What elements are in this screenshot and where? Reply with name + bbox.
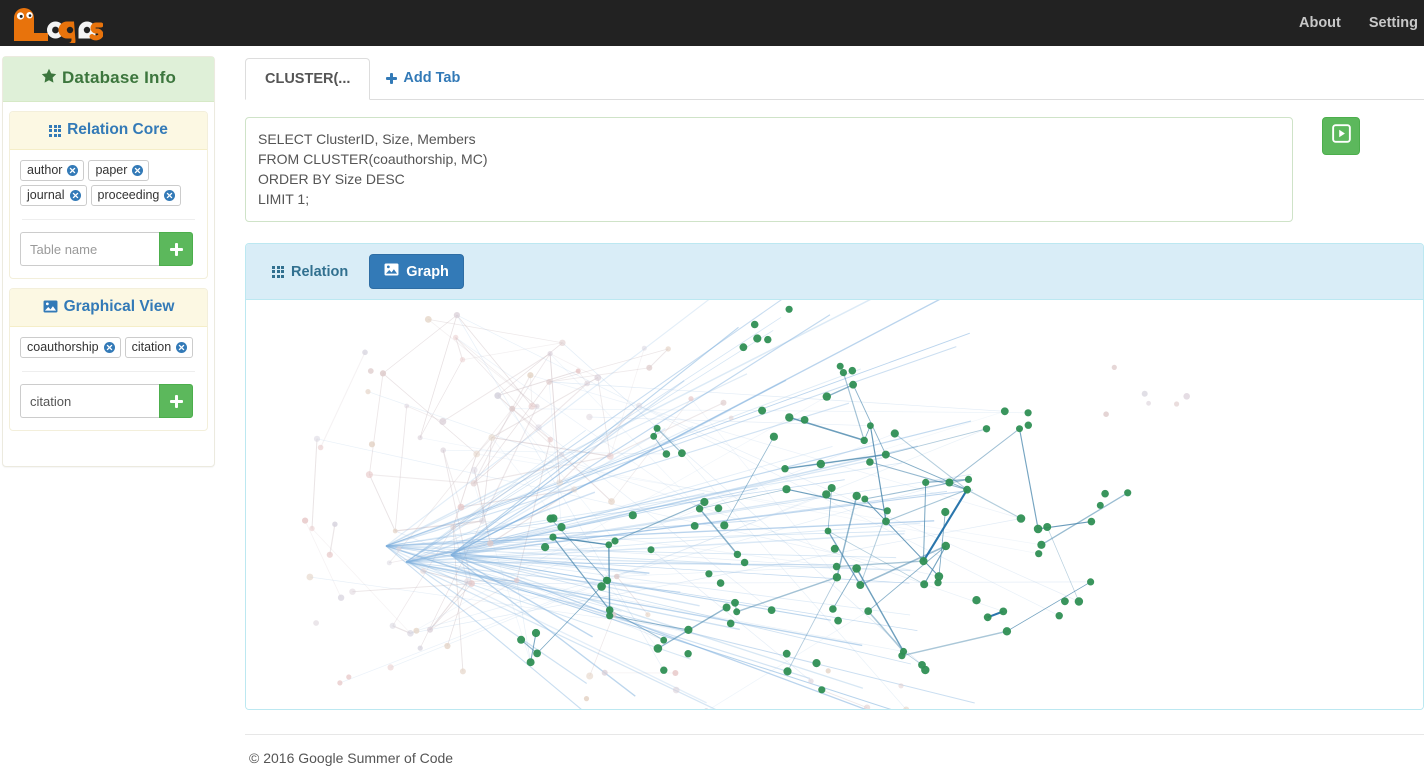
grid-icon bbox=[272, 265, 284, 278]
tag-citation[interactable]: citation bbox=[124, 337, 194, 359]
remove-icon[interactable] bbox=[103, 342, 115, 354]
star-icon bbox=[41, 68, 57, 89]
graphical-view-tag-list: coauthorship citation bbox=[20, 337, 197, 359]
graphical-view-title: Graphical View bbox=[63, 298, 175, 316]
divider bbox=[22, 371, 195, 373]
result-mode-bar: Relation Graph bbox=[246, 244, 1423, 300]
tag-label: proceeding bbox=[97, 188, 160, 203]
database-info-header: Database Info bbox=[3, 57, 214, 103]
tag-author[interactable]: author bbox=[20, 160, 85, 182]
tab-label: CLUSTER(... bbox=[265, 71, 351, 87]
graphical-view-body: coauthorship citation bbox=[10, 327, 207, 430]
panel-spacer bbox=[3, 440, 214, 466]
grid-icon bbox=[49, 124, 62, 137]
remove-icon[interactable] bbox=[132, 165, 144, 177]
graphical-view-header: Graphical View bbox=[10, 289, 207, 328]
add-tab-label: Add Tab bbox=[403, 70, 461, 86]
run-query-button[interactable] bbox=[1322, 117, 1360, 155]
image-icon bbox=[384, 263, 399, 280]
nav-link-setting[interactable]: Setting bbox=[1355, 0, 1424, 46]
add-table-button[interactable] bbox=[159, 232, 193, 267]
remove-icon[interactable] bbox=[176, 342, 188, 354]
tag-label: journal bbox=[27, 188, 65, 203]
relation-core-body: author paper journal proceeding Table na… bbox=[10, 150, 207, 278]
graphical-view-panel: Graphical View coauthorship citation cit… bbox=[9, 288, 208, 432]
tag-label: coauthorship bbox=[27, 340, 99, 355]
page-body: Database Info Relation Core author paper… bbox=[0, 46, 1424, 781]
query-row: SELECT ClusterID, Size, Members FROM CLU… bbox=[245, 117, 1424, 222]
relation-core-panel: Relation Core author paper journal proce… bbox=[9, 111, 208, 280]
result-panel: Relation Graph bbox=[245, 243, 1424, 710]
database-info-title: Database Info bbox=[61, 68, 177, 87]
relation-core-header: Relation Core bbox=[10, 112, 207, 151]
tag-paper[interactable]: paper bbox=[88, 160, 150, 182]
relation-core-title: Relation Core bbox=[67, 121, 168, 139]
add-table-group bbox=[20, 232, 193, 267]
ghost-mascot-icon bbox=[8, 3, 103, 43]
remove-icon[interactable] bbox=[69, 190, 81, 202]
application-window: Logas About Setting Database Info bbox=[0, 0, 1424, 781]
graph-name-input[interactable] bbox=[20, 384, 159, 419]
play-square-icon bbox=[1331, 124, 1351, 148]
network-graph-svg bbox=[302, 300, 1190, 709]
add-graph-button[interactable] bbox=[159, 384, 193, 419]
add-tab-button[interactable]: Add Tab bbox=[370, 57, 476, 99]
database-info-panel: Database Info Relation Core author paper… bbox=[2, 56, 215, 468]
tab-graph-label: Graph bbox=[406, 263, 449, 280]
tag-proceeding[interactable]: proceeding bbox=[90, 185, 182, 207]
remove-icon[interactable] bbox=[67, 165, 79, 177]
tag-label: paper bbox=[95, 163, 128, 178]
remove-icon[interactable] bbox=[164, 190, 176, 202]
divider bbox=[22, 219, 195, 221]
nav-link-about[interactable]: About bbox=[1285, 0, 1355, 46]
relation-core-tag-list: author paper journal proceeding bbox=[20, 160, 197, 207]
sql-query-input[interactable]: SELECT ClusterID, Size, Members FROM CLU… bbox=[245, 117, 1293, 222]
main-content: CLUSTER(... Add Tab SELECT ClusterID, Si… bbox=[245, 58, 1424, 766]
plus-icon bbox=[386, 72, 398, 84]
tab-graph[interactable]: Graph bbox=[369, 254, 464, 289]
graph-visualization[interactable] bbox=[246, 300, 1423, 709]
tab-cluster[interactable]: CLUSTER(... bbox=[245, 58, 371, 100]
footer-text: © 2016 Google Summer of Code bbox=[249, 750, 454, 766]
tag-label: citation bbox=[131, 340, 172, 355]
add-graph-group bbox=[20, 384, 193, 419]
sql-query-text: SELECT ClusterID, Size, Members FROM CLU… bbox=[258, 131, 488, 207]
brand-logo-link[interactable]: Logas bbox=[0, 0, 103, 46]
sidebar: Database Info Relation Core author paper… bbox=[2, 56, 215, 468]
plus-icon bbox=[169, 394, 183, 408]
table-name-input[interactable] bbox=[20, 232, 159, 267]
navbar-links: About Setting bbox=[1285, 0, 1424, 46]
top-navbar: Logas About Setting bbox=[0, 0, 1424, 46]
tab-relation-label: Relation bbox=[291, 263, 349, 280]
plus-icon bbox=[169, 242, 183, 256]
tag-coauthorship[interactable]: coauthorship bbox=[20, 337, 121, 359]
tag-label: author bbox=[27, 163, 63, 178]
tab-bar: CLUSTER(... Add Tab bbox=[245, 58, 1424, 100]
image-icon bbox=[43, 300, 58, 318]
footer: © 2016 Google Summer of Code bbox=[245, 734, 1424, 766]
tag-journal[interactable]: journal bbox=[20, 185, 87, 207]
tab-relation[interactable]: Relation bbox=[262, 257, 358, 287]
